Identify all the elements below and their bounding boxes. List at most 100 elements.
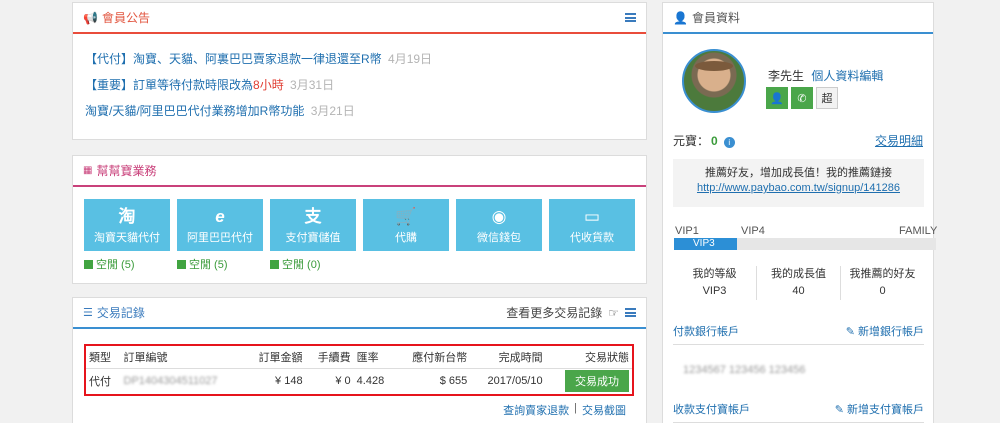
add-alipay-label: 新增支付寶帳戶 xyxy=(847,404,924,416)
cell-twd: $ 655 xyxy=(439,374,468,387)
cell-rate: 4.428 xyxy=(356,374,385,387)
stat-label: 我的等級 xyxy=(692,268,737,280)
announcement-text[interactable]: 【代付】淘寶、天貓、阿裏巴巴賣家退款一律退還至R幣 xyxy=(85,52,382,66)
coins-value: 0 xyxy=(711,134,718,148)
hand-pointer-icon: ☞ xyxy=(608,305,619,320)
col-amount: 訂單金額 xyxy=(243,346,306,369)
col-rate: 匯率 xyxy=(353,346,396,369)
announcement-item[interactable]: 【重要】訂單等待付款時限改為8小時 3月31日 xyxy=(85,72,634,98)
referral-text: 推薦好友，增加成長值！我的推薦鏈接 xyxy=(705,167,892,179)
person-icon: 👤 xyxy=(770,92,784,105)
tile-label: 代收貨款 xyxy=(570,231,614,244)
info-icon[interactable]: i xyxy=(723,137,735,148)
avatar[interactable] xyxy=(682,49,746,113)
col-fee: 手續費 xyxy=(305,346,354,369)
status-success-badge[interactable]: 交易成功 xyxy=(565,369,629,392)
cell-time: 2017/05/10 xyxy=(487,374,543,387)
status-text: 空閒 (0) xyxy=(282,259,321,271)
member-title: 會員資料 xyxy=(691,11,740,25)
announcement-panel: 📢 會員公告 【代付】淘寶、天貓、阿裏巴巴賣家退款一律退還至R幣 4月19日 【… xyxy=(72,2,647,140)
alibaba-pay-tile[interactable]: e 阿里巴巴代付 xyxy=(177,199,263,251)
stat-label: 我的成長值 xyxy=(771,268,826,280)
table-header-row: 類型 訂單編號 訂單金額 手續費 匯率 應付新台幣 完成時間 交易狀態 xyxy=(86,346,632,369)
add-alipay-link[interactable]: ✎ 新增支付寶帳戶 xyxy=(835,401,924,417)
grid-icon: ▦ xyxy=(83,165,93,176)
transactions-title: 交易記錄 xyxy=(96,306,145,320)
phone-button[interactable]: ✆ xyxy=(791,87,813,109)
cart-icon: 🛒 xyxy=(395,206,417,226)
status-badge: 空閒 (0) xyxy=(270,256,356,272)
bank-section-header: 付款銀行帳戶 ✎ 新增銀行帳戶 xyxy=(673,323,924,345)
tile-label: 淘寶天貓代付 xyxy=(94,231,160,244)
announcement-title: 會員公告 xyxy=(101,11,150,25)
stat-value: VIP3 xyxy=(702,285,727,297)
vip-label-mid: VIP4 xyxy=(741,225,765,237)
stat-level: 我的等級 VIP3 xyxy=(673,266,757,300)
coins-row: 元寶： 0 i 交易明細 xyxy=(673,132,923,149)
trade-screenshot-link[interactable]: 交易截圖 xyxy=(582,402,626,418)
stat-growth: 我的成長值 40 xyxy=(757,266,841,300)
tile-label: 微信錢包 xyxy=(477,231,521,244)
col-time: 完成時間 xyxy=(470,346,546,369)
menu-icon[interactable] xyxy=(625,308,636,317)
cell-fee: ¥ 0 xyxy=(335,374,351,387)
status-square-icon xyxy=(270,259,279,269)
services-title: 幫幫寶業務 xyxy=(96,164,157,178)
services-panel: ▦ 幫幫寶業務 淘淘寶天貓代付 e 阿里巴巴代付 支支付寶儲值 🛒 代購 ◉ 微信錢包… xyxy=(72,155,647,284)
transactions-header: ☰ 交易記錄 xyxy=(83,304,145,321)
tile-label: 阿里巴巴代付 xyxy=(187,231,253,244)
link-separator: | xyxy=(574,402,577,414)
col-order: 訂單編號 xyxy=(120,346,244,369)
announcement-highlight[interactable]: 8小時 xyxy=(253,78,284,92)
user-icon: 👤 xyxy=(673,10,688,25)
taobao-pay-tile[interactable]: 淘淘寶天貓代付 xyxy=(84,199,170,251)
add-bank-link[interactable]: ✎ 新增銀行帳戶 xyxy=(846,323,924,339)
list-icon: ☰ xyxy=(83,307,93,319)
purchase-agent-tile[interactable]: 🛒 代購 xyxy=(363,199,449,251)
cell-order[interactable]: DP1404304511027 xyxy=(121,368,244,393)
menu-icon[interactable] xyxy=(625,13,636,22)
wechat-icon: ◉ xyxy=(491,206,507,226)
coins-label: 元寶： xyxy=(673,134,710,148)
referral-link[interactable]: http://www.paybao.com.tw/signup/141286 xyxy=(673,181,924,196)
member-panel: 👤 會員資料 李先生 個人資料編輯 👤 ✆ 超 元寶： 0 i 交易明細 推薦好友，… xyxy=(662,2,937,423)
tile-label: 代購 xyxy=(395,231,417,244)
super-button[interactable]: 超 xyxy=(816,87,838,109)
member-stats: 我的等級 VIP3 我的成長值 40 我推薦的好友 0 xyxy=(673,266,924,300)
taobao-icon: 淘 xyxy=(118,206,136,226)
col-type: 類型 xyxy=(86,346,121,369)
status-badge: 空閒 (5) xyxy=(177,256,263,272)
transactions-table: 類型 訂單編號 訂單金額 手續費 匯率 應付新台幣 完成時間 交易狀態 代付 D… xyxy=(84,344,634,396)
cod-collection-tile[interactable]: ▭ 代收貨款 xyxy=(549,199,635,251)
announcement-item[interactable]: 淘寶/天貓/阿里巴巴代付業務增加R幣功能 3月21日 xyxy=(85,98,634,124)
col-twd: 應付新台幣 xyxy=(395,346,471,369)
edit-icon: ✎ xyxy=(834,404,844,416)
status-text: 空閒 (5) xyxy=(189,259,228,271)
alipay-topup-tile[interactable]: 支支付寶儲值 xyxy=(270,199,356,251)
alipay-icon: 支 xyxy=(304,206,322,226)
user-button[interactable]: 👤 xyxy=(766,87,788,109)
bank-section-title: 付款銀行帳戶 xyxy=(673,326,739,338)
status-square-icon xyxy=(84,259,93,269)
edit-icon: ✎ xyxy=(845,326,855,338)
phone-icon: ✆ xyxy=(797,92,807,105)
seller-refund-link[interactable]: 查詢賣家退款 xyxy=(503,402,569,418)
status-square-icon xyxy=(177,259,186,269)
announcement-text[interactable]: 【重要】訂單等待付款時限改為 xyxy=(85,78,253,92)
stat-referred: 我推薦的好友 0 xyxy=(841,266,924,300)
stat-label: 我推薦的好友 xyxy=(849,268,916,280)
edit-profile-link[interactable]: 個人資料編輯 xyxy=(811,69,883,83)
announcement-item[interactable]: 【代付】淘寶、天貓、阿裏巴巴賣家退款一律退還至R幣 4月19日 xyxy=(85,46,634,72)
cell-amount: ¥ 148 xyxy=(275,374,303,387)
status-badge: 空閒 (5) xyxy=(84,256,170,272)
wechat-wallet-tile[interactable]: ◉ 微信錢包 xyxy=(456,199,542,251)
transactions-panel: ☰ 交易記錄 查看更多交易記錄 ☞ 類型 訂單編號 訂單金額 手續費 匯率 應付… xyxy=(72,297,647,423)
announcement-text[interactable]: 淘寶/天貓/阿里巴巴代付業務增加R幣功能 xyxy=(85,104,304,118)
vip-progress-fill: VIP3 xyxy=(674,238,737,250)
col-status: 交易狀態 xyxy=(545,346,632,369)
bank-account-value: 1234567 123456 123456 xyxy=(683,364,806,376)
transaction-detail-link[interactable]: 交易明細 xyxy=(875,132,923,149)
megaphone-icon: 📢 xyxy=(83,10,98,25)
more-transactions-link[interactable]: 查看更多交易記錄 xyxy=(506,304,602,321)
table-row[interactable]: 代付 DP1404304511027 ¥ 148 ¥ 0 4.428 $ 655… xyxy=(86,368,632,393)
